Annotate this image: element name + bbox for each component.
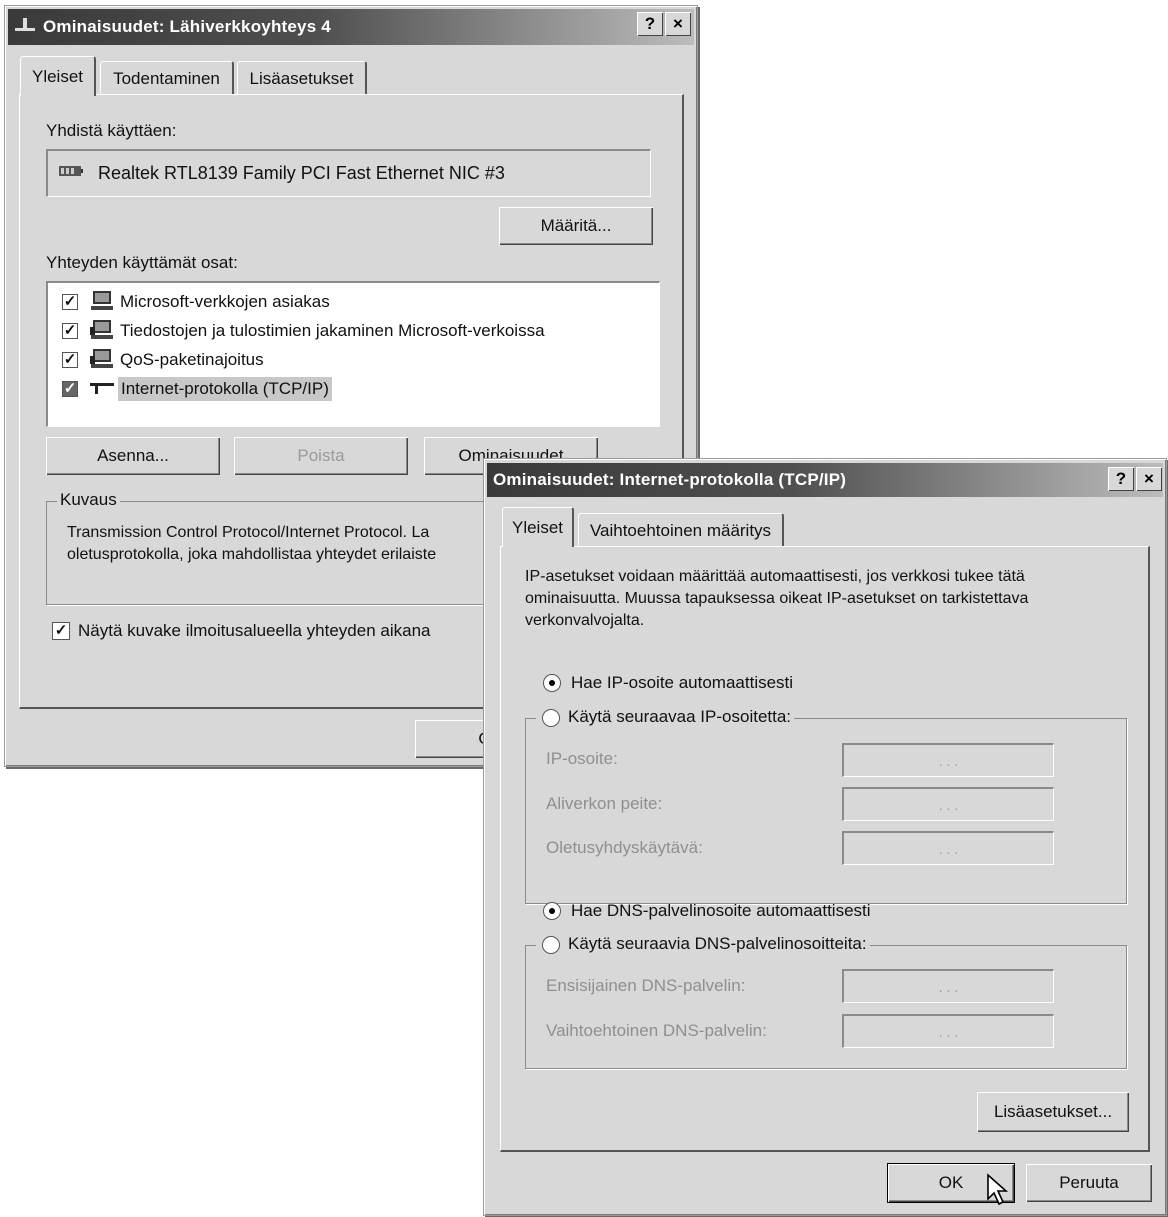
component-label: QoS-paketinajoitus [120,350,264,369]
tab-general[interactable]: Yleiset [502,507,574,547]
adapter-name: Realtek RTL8139 Family PCI Fast Ethernet… [98,163,505,183]
tcpip-general-panel: IP-asetukset voidaan määrittää automaatt… [500,546,1150,1152]
intro-line-1: IP-asetukset voidaan määrittää automaatt… [525,568,1025,585]
remove-button[interactable]: Poista [234,437,408,475]
gateway-dots: . . . [938,840,959,857]
gateway-label: Oletusyhdyskäytävä: [546,838,703,857]
dns-manual-radio[interactable] [542,935,560,954]
connect-using-label: Yhdistä käyttäen: [46,121,177,140]
tab-alternate-configuration[interactable]: Vaihtoehtoinen määritys [578,513,784,547]
ip-address-dots: . . . [938,752,959,769]
tab-authentication[interactable]: Todentaminen [100,61,234,95]
ip-manual-radio[interactable] [542,708,560,727]
lan-properties-titlebar[interactable]: Ominaisuudet: Lähiverkkoyhteys 4 [8,9,694,45]
network-connection-icon [14,16,36,39]
tcpip-properties-title: Ominaisuudet: Internet-protokolla (TCP/I… [493,470,847,489]
component-label: Tiedostojen ja tulostimien jakaminen Mic… [120,321,545,340]
list-item[interactable]: ✓ Microsoft-verkkojen asiakas [48,289,608,315]
intro-line-3: verkonvalvojalta. [525,612,645,629]
list-item-selected[interactable]: ✓ Internet-protokolla (TCP/IP) [48,376,608,402]
ip-auto-radio[interactable] [543,674,561,692]
cancel-button[interactable]: Peruuta [1026,1164,1152,1202]
dns-alt-dots: . . . [938,1023,959,1040]
dns-primary-field[interactable]: . . . [842,969,1054,1003]
dns-alt-label: Vaihtoehtoinen DNS-palvelin: [546,1021,767,1040]
tcpip-properties-window: Ominaisuudet: Internet-protokolla (TCP/I… [483,458,1167,1216]
description-line-1: Transmission Control Protocol/Internet P… [67,524,430,541]
qos-icon [90,348,114,375]
lan-properties-title: Ominaisuudet: Lähiverkkoyhteys 4 [43,17,331,36]
computer-icon [90,290,114,317]
description-legend: Kuvaus [57,490,120,510]
description-line-2: oletusprotokolla, joka mahdollistaa yhte… [67,546,437,563]
list-item[interactable]: ✓ Tiedostojen ja tulostimien jakaminen M… [48,318,608,344]
network-adapter-icon [58,163,84,184]
close-button[interactable]: × [665,12,691,36]
dns-primary-dots: . . . [938,978,959,995]
component-checkbox[interactable]: ✓ [62,323,78,339]
ip-manual-legend: Käytä seuraavaa IP-osoitetta: [536,707,795,727]
help-button[interactable]: ? [1108,467,1134,491]
dns-manual-group: Käytä seuraavia DNS-palvelinosoitteita: … [525,934,1127,1069]
gateway-field[interactable]: . . . [842,831,1054,865]
ip-manual-group: Käytä seuraavaa IP-osoitetta: IP-osoite:… [525,707,1127,904]
ip-address-field[interactable]: . . . [842,743,1054,777]
components-list: ✓ Microsoft-verkkojen asiakas ✓ Tiedosto… [46,281,660,427]
subnet-dots: . . . [938,796,959,813]
list-item[interactable]: ✓ QoS-paketinajoitus [48,347,608,373]
tab-advanced[interactable]: Lisäasetukset [237,61,367,95]
configure-button[interactable]: Määritä... [499,207,653,245]
close-button[interactable]: × [1136,467,1162,491]
component-label: Microsoft-verkkojen asiakas [120,292,330,311]
dns-primary-label: Ensisijainen DNS-palvelin: [546,976,746,995]
dns-alt-field[interactable]: . . . [842,1014,1054,1048]
tcpip-properties-titlebar[interactable]: Ominaisuudet: Internet-protokolla (TCP/I… [487,463,1163,497]
tab-general[interactable]: Yleiset [20,56,96,96]
advanced-button[interactable]: Lisäasetukset... [977,1092,1129,1132]
component-checkbox[interactable]: ✓ [62,294,78,310]
subnet-field[interactable]: . . . [842,787,1054,821]
adapter-field: Realtek RTL8139 Family PCI Fast Ethernet… [46,149,651,197]
dns-auto-radio[interactable] [543,902,561,920]
show-icon-label: Näytä kuvake ilmoitusalueella yhteyden a… [78,621,431,640]
help-button[interactable]: ? [637,12,663,36]
dns-manual-legend: Käytä seuraavia DNS-palvelinosoitteita: [536,934,870,954]
mouse-pointer-icon [986,1173,1010,1212]
intro-line-2: ominaisuutta. Muussa tapauksessa oikeat … [525,590,1029,607]
install-button[interactable]: Asenna... [46,437,220,475]
dns-auto-label: Hae DNS-palvelinosoite automaattisesti [571,901,871,920]
ip-manual-label: Käytä seuraavaa IP-osoitetta: [568,707,792,726]
component-checkbox[interactable]: ✓ [62,381,78,397]
component-checkbox[interactable]: ✓ [62,352,78,368]
ip-auto-label: Hae IP-osoite automaattisesti [571,673,794,692]
show-icon-checkbox[interactable]: ✓ [52,622,70,640]
components-label: Yhteyden käyttämät osat: [46,253,238,272]
protocol-icon [90,381,114,400]
dns-manual-label: Käytä seuraavia DNS-palvelinosoitteita: [568,934,867,953]
file-printer-sharing-icon [90,319,114,346]
ip-address-label: IP-osoite: [546,749,618,768]
component-label: Internet-protokolla (TCP/IP) [118,377,332,401]
subnet-label: Aliverkon peite: [546,794,663,813]
